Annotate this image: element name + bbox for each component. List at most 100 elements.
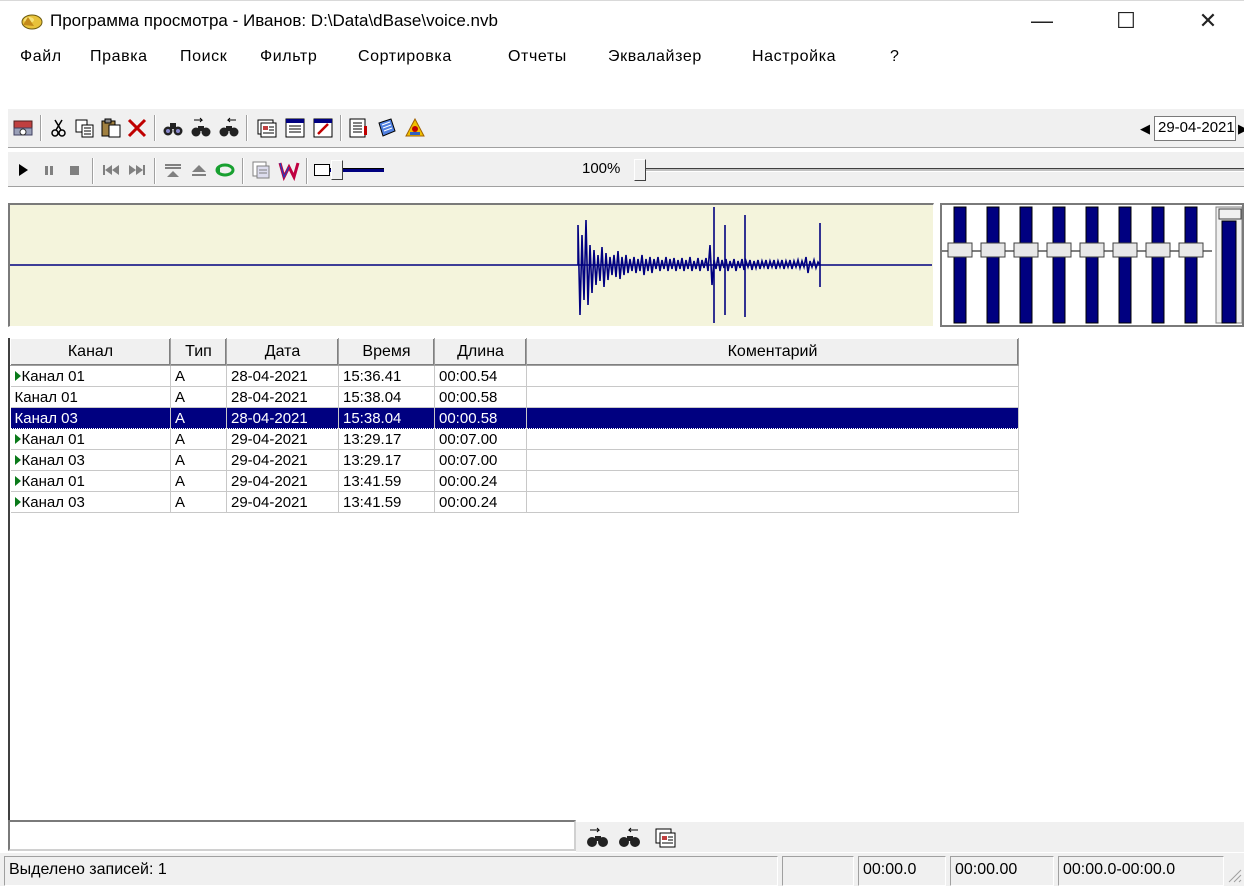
table-row[interactable]: Канал 01 A 28-04-2021 15:38.04 00:00.58 [10, 386, 1019, 408]
cell-type: A [170, 449, 227, 471]
pause-icon[interactable] [38, 159, 60, 181]
window-title: Программа просмотра - Иванов: D:\Data\dB… [50, 11, 498, 30]
menu-help[interactable]: ? [890, 48, 900, 66]
menu-search[interactable]: Поиск [180, 48, 227, 66]
copy-icon[interactable] [74, 117, 96, 139]
status-selected-count: Выделено записей: 1 [4, 856, 778, 886]
col-comment[interactable]: Коментарий [526, 338, 1019, 366]
cell-comment [526, 428, 1019, 450]
cell-type: A [170, 365, 227, 387]
db-properties-icon[interactable] [12, 117, 34, 139]
cut-icon[interactable] [48, 117, 70, 139]
cell-channel: Канал 03 [10, 407, 171, 429]
col-length[interactable]: Длина [434, 338, 527, 366]
find-next-icon[interactable] [190, 117, 212, 139]
table-row[interactable]: Канал 03 A 29-04-2021 13:41.59 00:00.24 [10, 491, 1019, 513]
play-icon[interactable] [12, 159, 34, 181]
menu-settings[interactable]: Настройка [752, 48, 836, 66]
cell-time-text: 13:29.17 [343, 451, 402, 469]
volume-slider[interactable] [634, 158, 1244, 182]
status-range: 00:00.0-00:00.0 [1058, 856, 1224, 886]
eq-band-thumb [1178, 242, 1204, 258]
next-date-icon[interactable]: ▶ [1238, 121, 1244, 137]
cell-date: 28-04-2021 [226, 365, 339, 387]
wave-format-icon[interactable] [278, 159, 300, 181]
export-icon[interactable] [250, 159, 272, 181]
cell-channel: Канал 03 [10, 491, 171, 513]
speed-slider[interactable] [314, 160, 384, 180]
cell-date: 28-04-2021 [226, 407, 339, 429]
search-input[interactable] [8, 820, 576, 851]
minimize-button[interactable]: — [1012, 1, 1072, 41]
toolbar-separator [92, 158, 94, 184]
cell-time-text: 13:29.17 [343, 430, 402, 448]
find-prev-icon[interactable] [618, 826, 642, 850]
delete-icon[interactable] [126, 117, 148, 139]
table-row[interactable]: Канал 03 A 29-04-2021 13:29.17 00:07.00 [10, 449, 1019, 471]
equalizer-bands[interactable] [942, 205, 1243, 325]
cell-time: 15:36.41 [338, 365, 435, 387]
menu-file[interactable]: Файл [20, 48, 62, 66]
stop-icon[interactable] [64, 159, 86, 181]
played-marker-icon [14, 475, 21, 486]
list-icon[interactable] [284, 117, 306, 139]
date-field[interactable]: 29-04-2021 [1154, 116, 1236, 141]
cell-type-text: A [175, 388, 186, 406]
cell-type-text: A [175, 472, 186, 490]
waveform-graph [10, 207, 932, 323]
rewind-icon[interactable] [100, 159, 122, 181]
paste-icon[interactable] [100, 117, 122, 139]
mark-start-icon[interactable] [162, 159, 184, 181]
cell-channel-text: Канал 03 [21, 451, 85, 469]
col-channel[interactable]: Канал [10, 338, 171, 366]
menu-equalizer[interactable]: Эквалайзер [608, 48, 702, 66]
played-marker-icon [14, 454, 21, 465]
menu-filter[interactable]: Фильтр [260, 48, 317, 66]
table-row[interactable]: Канал 01 A 29-04-2021 13:29.17 00:07.00 [10, 428, 1019, 450]
card-icon[interactable] [654, 826, 678, 850]
menu-reports[interactable]: Отчеты [508, 48, 567, 66]
eq-band-track [986, 206, 1000, 324]
card-icon[interactable] [256, 117, 278, 139]
cell-length-text: 00:00.58 [439, 388, 498, 406]
speed-slider-thumb[interactable] [331, 160, 343, 180]
report-icon[interactable] [348, 117, 370, 139]
cell-channel-text: Канал 03 [21, 493, 85, 511]
cell-time: 13:29.17 [338, 428, 435, 450]
main-toolbar: ◀ 29-04-2021 ▶ [8, 108, 1244, 148]
find-next-icon[interactable] [586, 826, 610, 850]
eq-band-thumb [1079, 242, 1105, 258]
cell-date: 29-04-2021 [226, 449, 339, 471]
table-row[interactable]: Канал 01 A 28-04-2021 15:36.41 00:00.54 [10, 365, 1019, 387]
find-prev-icon[interactable] [218, 117, 240, 139]
close-button[interactable]: ✕ [1178, 1, 1238, 41]
cell-comment [526, 365, 1019, 387]
toolbar-separator [306, 158, 308, 184]
col-type[interactable]: Тип [170, 338, 227, 366]
edit-icon[interactable] [312, 117, 334, 139]
volume-slider-thumb[interactable] [634, 159, 646, 181]
col-date[interactable]: Дата [226, 338, 339, 366]
maximize-button[interactable]: ☐ [1096, 1, 1156, 41]
maximize-icon: ☐ [1116, 8, 1136, 33]
menu-edit[interactable]: Правка [90, 48, 148, 66]
prev-date-icon[interactable]: ◀ [1140, 121, 1150, 137]
close-icon: ✕ [1198, 8, 1218, 33]
waveform-view[interactable] [8, 203, 934, 327]
find-icon[interactable] [162, 117, 184, 139]
eject-icon[interactable] [188, 159, 210, 181]
cell-date-text: 28-04-2021 [231, 367, 308, 385]
table-row[interactable]: Канал 01 A 29-04-2021 13:41.59 00:00.24 [10, 470, 1019, 492]
cell-date-text: 29-04-2021 [231, 493, 308, 511]
table-row[interactable]: Канал 03 A 28-04-2021 15:38.04 00:00.58 [10, 407, 1019, 429]
col-time[interactable]: Время [338, 338, 435, 366]
warning-icon[interactable] [404, 117, 426, 139]
notes-icon[interactable] [376, 117, 398, 139]
fast-forward-icon[interactable] [126, 159, 148, 181]
resize-grip-icon[interactable] [1226, 867, 1242, 883]
toolbar-separator [40, 115, 42, 141]
cell-type: A [170, 428, 227, 450]
loop-icon[interactable] [214, 159, 236, 181]
menu-sort[interactable]: Сортировка [358, 48, 452, 66]
eq-band-track [1052, 206, 1066, 324]
